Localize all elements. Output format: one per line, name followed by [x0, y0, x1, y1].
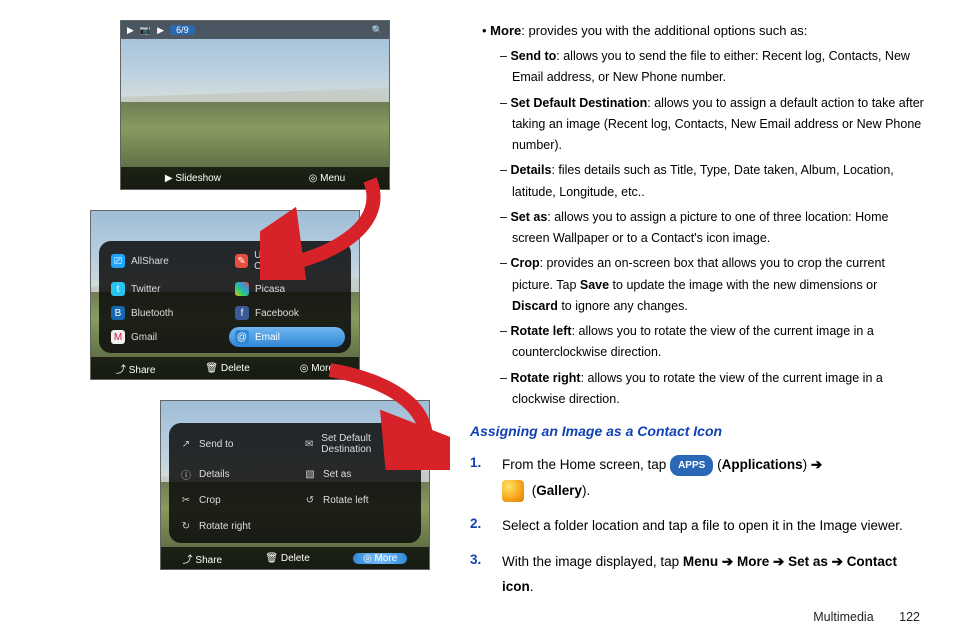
more-details[interactable]: ⓘDetails	[175, 463, 291, 485]
more-crop[interactable]: ✂Crop	[175, 489, 291, 511]
info-icon: ⓘ	[179, 467, 193, 481]
universal-composer-icon: ✎	[235, 254, 248, 268]
step-3: 3. With the image displayed, tap Menu ➔ …	[470, 549, 924, 600]
rotate-left-icon: ↺	[303, 493, 317, 507]
share-gmail[interactable]: MGmail	[105, 327, 221, 347]
trash-icon: 🗑	[265, 553, 278, 564]
documentation-text: • More: provides you with the additional…	[470, 20, 924, 626]
search-icon[interactable]: 🔍	[372, 25, 383, 36]
envelope-icon: ✉	[303, 437, 315, 451]
breadcrumb-sep-icon: ▶	[127, 25, 134, 36]
details-item: – Details: files details such as Title, …	[500, 160, 924, 203]
more-set-default-destination[interactable]: ✉Set Default Destination	[299, 429, 415, 459]
section-heading: Assigning an Image as a Contact Icon	[470, 420, 924, 444]
more-rotate-right[interactable]: ↻Rotate right	[175, 515, 291, 537]
gallery-icon	[502, 480, 524, 502]
more-button[interactable]: ◎ More	[300, 363, 334, 374]
delete-button[interactable]: 🗑 Delete	[205, 363, 249, 374]
arrow-icon: ➔	[832, 554, 843, 569]
screenshot-image-viewer: ▶ 📷 ▶ 6/9 🔍 ▶ Slideshow ◎ Menu	[120, 20, 390, 190]
arrow-icon: ➔	[773, 554, 784, 569]
screenshots-column: ▶ 📷 ▶ 6/9 🔍 ▶ Slideshow ◎ Menu	[30, 20, 450, 626]
crop-icon: ✂	[179, 493, 193, 507]
set-as-item: – Set as: allows you to assign a picture…	[500, 207, 924, 250]
more-icon: ◎	[363, 553, 372, 564]
share-button[interactable]: ⤴ Share	[116, 361, 155, 376]
slideshow-button[interactable]: ▶ Slideshow	[165, 173, 221, 184]
rotate-right-item: – Rotate right: allows you to rotate the…	[500, 368, 924, 411]
share-menu-panel: ⎚AllShare ✎Universal Composer tTwitter P…	[99, 241, 351, 353]
footer-section: Multimedia	[813, 610, 873, 624]
rotate-left-item: – Rotate left: allows you to rotate the …	[500, 321, 924, 364]
facebook-icon: f	[235, 306, 249, 320]
page-number: 122	[899, 610, 920, 624]
share-allshare[interactable]: ⎚AllShare	[105, 247, 221, 275]
send-to-item: – Send to: allows you to send the file t…	[500, 46, 924, 89]
image-viewer-topbar: ▶ 📷 ▶ 6/9 🔍	[121, 21, 389, 39]
arrow-icon: ➔	[722, 554, 733, 569]
share-facebook[interactable]: fFacebook	[229, 303, 345, 323]
bluetooth-icon: B	[111, 306, 125, 320]
breadcrumb-sep-icon: ▶	[157, 25, 164, 36]
menu-button[interactable]: ◎ Menu	[309, 173, 346, 184]
send-to-icon: ↗	[179, 437, 193, 451]
menu-icon: ◎	[309, 173, 318, 184]
image-counter: 6/9	[170, 25, 195, 35]
share-button[interactable]: ⤴ Share	[183, 551, 222, 566]
image-viewer-bottombar: ▶ Slideshow ◎ Menu	[121, 167, 389, 189]
allshare-icon: ⎚	[111, 254, 125, 268]
arrow-icon: ➔	[811, 457, 822, 472]
share-bluetooth[interactable]: BBluetooth	[105, 303, 221, 323]
delete-button[interactable]: 🗑 Delete	[265, 553, 309, 564]
share-icon: ⤴	[183, 555, 193, 566]
share-picasa[interactable]: Picasa	[229, 279, 345, 299]
share-menu-bottombar: ⤴ Share 🗑 Delete ◎ More	[91, 357, 359, 379]
crop-item: – Crop: provides an on-screen box that a…	[500, 253, 924, 317]
gmail-icon: M	[111, 330, 125, 344]
screenshot-share-menu: ⎚AllShare ✎Universal Composer tTwitter P…	[90, 210, 360, 380]
apps-icon: APPS	[670, 455, 713, 476]
rotate-right-icon: ↻	[179, 519, 193, 533]
twitter-icon: t	[111, 282, 125, 296]
picture-icon: ▧	[303, 467, 317, 481]
play-icon: ▶	[165, 173, 173, 184]
share-icon: ⤴	[116, 365, 126, 376]
email-icon: @	[235, 330, 249, 344]
set-default-destination-item: – Set Default Destination: allows you to…	[500, 93, 924, 157]
step-1: 1. From the Home screen, tap APPS (Appli…	[470, 452, 924, 503]
trash-icon: 🗑	[205, 363, 218, 374]
more-bullet: • More: provides you with the additional…	[482, 20, 924, 42]
more-button-highlighted[interactable]: ◎ More	[353, 553, 407, 564]
more-icon: ◎	[300, 363, 309, 374]
screenshot-more-menu: ↗Send to ✉Set Default Destination ⓘDetai…	[160, 400, 430, 570]
more-send-to[interactable]: ↗Send to	[175, 429, 291, 459]
more-rotate-left[interactable]: ↺Rotate left	[299, 489, 415, 511]
share-email[interactable]: @Email	[229, 327, 345, 347]
camera-icon: 📷	[140, 25, 151, 36]
more-set-as[interactable]: ▧Set as	[299, 463, 415, 485]
picasa-icon	[235, 282, 249, 296]
share-twitter[interactable]: tTwitter	[105, 279, 221, 299]
more-menu-bottombar: ⤴ Share 🗑 Delete ◎ More	[161, 547, 429, 569]
page-footer: Multimedia 122	[813, 610, 920, 624]
step-2: 2. Select a folder location and tap a fi…	[470, 513, 924, 539]
share-universal-composer[interactable]: ✎Universal Composer	[229, 247, 345, 275]
more-menu-panel: ↗Send to ✉Set Default Destination ⓘDetai…	[169, 423, 421, 543]
